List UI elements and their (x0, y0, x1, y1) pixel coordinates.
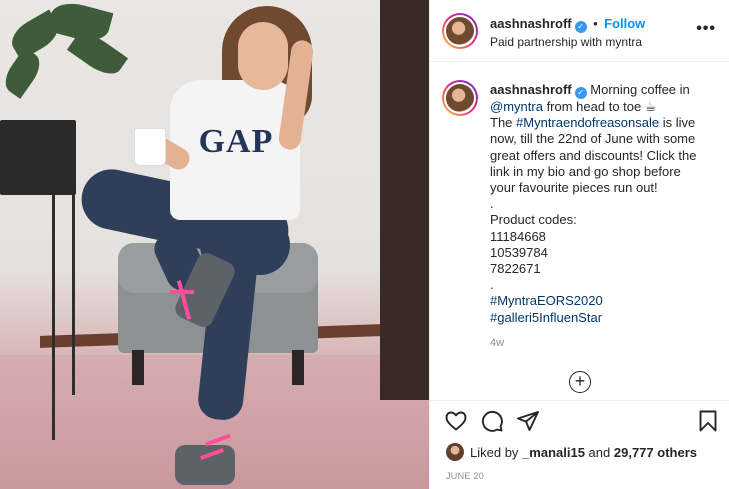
hashtag-link[interactable]: #Myntraendofreasonsale (516, 115, 659, 130)
verified-badge-icon: ✓ (574, 87, 587, 99)
hashtag-link[interactable]: #MyntraEORS2020 (490, 293, 718, 309)
liker-username[interactable]: _manali15 (522, 445, 585, 460)
post-actions: Liked by _manali15 and 29,777 others JUN… (430, 400, 729, 489)
caption-avatar[interactable] (442, 80, 478, 116)
caption-dot: . (490, 277, 494, 293)
more-options-icon[interactable]: ••• (696, 20, 716, 38)
paid-partnership-label[interactable]: Paid partnership with myntra (490, 35, 642, 49)
face (238, 22, 288, 90)
caption-username[interactable]: aashnashroff (490, 82, 572, 97)
likes-mid: and (588, 445, 611, 460)
caption-dot: . (490, 196, 494, 212)
mention-link[interactable]: @myntra (490, 99, 543, 114)
likes-count-link[interactable]: 29,777 others (614, 445, 697, 460)
header-title-row: aashnashroff ✓ • Follow (490, 15, 645, 33)
shoelace (170, 290, 194, 294)
product-codes-label: Product codes: (490, 212, 577, 228)
post-caption: aashnashroff ✓ Morning coffee in @myntra … (490, 82, 718, 326)
bookmark-icon[interactable] (696, 409, 720, 433)
caption-text: Morning coffee in (590, 82, 690, 97)
plant-pot (0, 120, 76, 195)
heart-icon[interactable] (444, 409, 468, 433)
post-side-panel: aashnashroff ✓ • Follow Paid partnership … (429, 0, 729, 489)
caption-text: now, till the 22nd of June with some (490, 131, 696, 147)
caption-text: from head to toe ☕ (546, 99, 657, 114)
likes-prefix: Liked by (470, 445, 519, 460)
plant-stand-leg (52, 190, 55, 440)
likes-summary: Liked by _manali15 and 29,777 others (446, 443, 697, 461)
username-link[interactable]: aashnashroff (490, 16, 572, 31)
caption-age[interactable]: 4w (490, 337, 504, 349)
plant-leaf (0, 47, 47, 99)
caption-text: link in my bio and go shop before (490, 163, 681, 179)
product-code: 11184668 (490, 228, 546, 244)
avatar-photo (446, 17, 474, 45)
product-code: 7822671 (490, 261, 541, 277)
avatar-photo (446, 84, 474, 112)
follow-button[interactable]: Follow (604, 16, 645, 31)
ottoman-leg (292, 350, 304, 385)
caption-text: great offers and discounts! Click the (490, 147, 697, 163)
post-date[interactable]: JUNE 20 (446, 471, 484, 481)
caption-text: The (490, 115, 513, 131)
caption-text: is live (662, 115, 696, 131)
avatar[interactable] (442, 13, 478, 49)
caption-text: your favourite pieces run out! (490, 180, 658, 196)
comment-icon[interactable] (480, 409, 504, 433)
coffee-mug (134, 128, 166, 166)
plus-circle-icon[interactable]: + (569, 371, 591, 393)
shirt-logo: GAP (198, 123, 274, 160)
post-header: aashnashroff ✓ • Follow Paid partnership … (430, 0, 729, 62)
post-image[interactable]: GAP (0, 0, 429, 489)
liker-avatar (446, 443, 464, 461)
sneaker (175, 445, 235, 485)
separator: • (593, 16, 598, 31)
verified-badge-icon: ✓ (574, 21, 587, 33)
ottoman-leg (132, 350, 144, 385)
plant-stand-leg (72, 180, 75, 395)
product-code: 10539784 (490, 244, 548, 260)
door-frame (380, 0, 429, 400)
share-icon[interactable] (516, 409, 540, 433)
hashtag-link[interactable]: #galleri5InfluenStar (490, 310, 718, 326)
